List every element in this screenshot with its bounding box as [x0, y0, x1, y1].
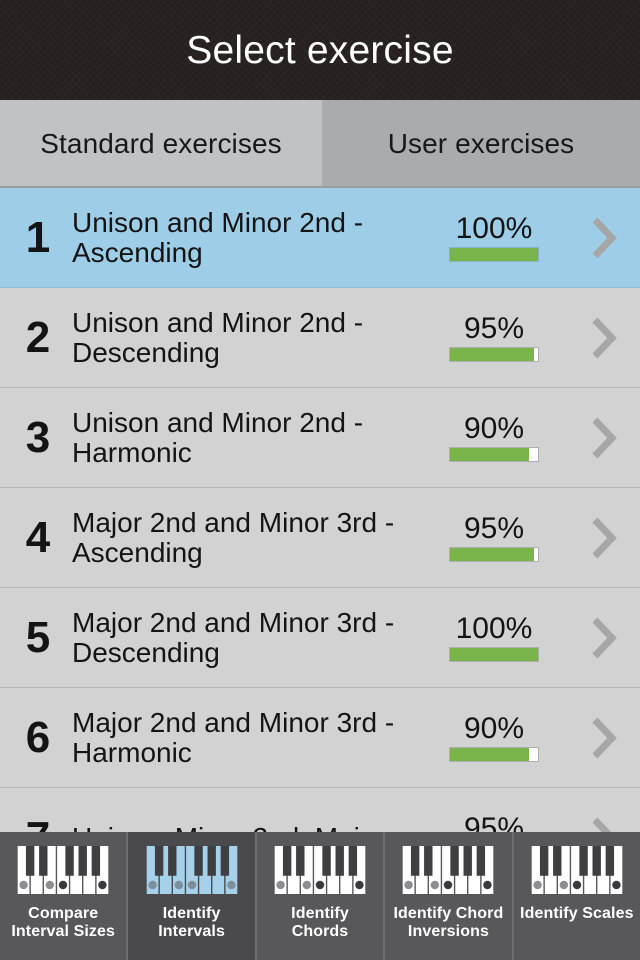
exercise-list[interactable]: 1 Unison and Minor 2nd - Ascending 100% 2 Un…	[0, 188, 640, 832]
progress-bar	[449, 247, 539, 263]
page-title: Select exercise	[186, 28, 454, 72]
row-progress: 95%	[420, 813, 568, 832]
table-row[interactable]: 6 Major 2nd and Minor 3rd - Harmonic 90%	[0, 688, 640, 788]
row-progress: 100%	[420, 613, 568, 663]
tab-identify-chords[interactable]: Identify Chords	[257, 832, 386, 960]
progress-bar-fill	[450, 548, 534, 562]
row-title: Major 2nd and Minor 3rd - Descending	[72, 606, 395, 668]
row-title: Unison and Minor 2nd - Descending	[72, 306, 364, 368]
progress-bar-fill	[450, 248, 538, 262]
chevron-right-icon[interactable]	[568, 816, 640, 832]
row-progress: 90%	[420, 713, 568, 763]
row-number: 7	[0, 815, 72, 832]
progress-percent-label: 90%	[463, 711, 525, 745]
progress-bar-fill	[450, 748, 530, 762]
segment-tab-standard-exercises[interactable]: Standard exercises	[0, 100, 322, 188]
row-title: Unison and Minor 2nd - Harmonic	[72, 406, 364, 468]
progress-percent-label: 100%	[455, 211, 533, 245]
piano-keys-icon	[146, 846, 238, 894]
progress-bar	[449, 547, 539, 563]
chevron-right-icon[interactable]	[568, 416, 640, 460]
screen-select-exercise: Select exercise Standard exercises User e…	[0, 0, 640, 960]
tab-identify-chord-inversions[interactable]: Identify Chord Inversions	[385, 832, 514, 960]
progress-percent-label: 100%	[455, 611, 533, 645]
segment-tab-label: Standard exercises	[40, 128, 282, 159]
progress-bar	[449, 647, 539, 663]
table-row[interactable]: 4 Major 2nd and Minor 3rd - Ascending 95%	[0, 488, 640, 588]
segment-tab-user-exercises[interactable]: User exercises	[322, 100, 640, 188]
tab-label: Identify Chord Inversions	[393, 905, 504, 940]
table-row[interactable]: 3 Unison and Minor 2nd - Harmonic 90%	[0, 388, 640, 488]
progress-percent-label: 95%	[463, 311, 525, 345]
chevron-right-icon[interactable]	[568, 216, 640, 260]
table-row[interactable]: 2 Unison and Minor 2nd - Descending 95%	[0, 288, 640, 388]
row-number: 4	[25, 512, 51, 562]
tab-identify-intervals[interactable]: Identify Intervals	[128, 832, 257, 960]
table-row[interactable]: 5 Major 2nd and Minor 3rd - Descending 100…	[0, 588, 640, 688]
tab-label: Identify Scales	[520, 905, 634, 922]
row-number: 1	[25, 212, 51, 262]
progress-bar-fill	[450, 348, 534, 362]
progress-bar-fill	[450, 648, 538, 662]
chevron-right-icon[interactable]	[568, 316, 640, 360]
row-number: 6	[25, 712, 51, 762]
progress-bar-fill	[450, 448, 530, 462]
piano-keys-icon	[274, 846, 366, 894]
row-number: 5	[25, 612, 51, 662]
row-progress: 95%	[420, 313, 568, 363]
progress-bar	[449, 447, 539, 463]
piano-keys-icon	[531, 846, 623, 894]
progress-percent-label: 95%	[463, 511, 525, 545]
bottom-tab-bar: Compare Interval Sizes Identify Intervals Id…	[0, 832, 640, 960]
progress-percent-label: 95%	[463, 811, 525, 832]
tab-compare-interval-sizes[interactable]: Compare Interval Sizes	[0, 832, 129, 960]
app-header: Select exercise	[0, 0, 640, 100]
row-progress: 100%	[420, 213, 568, 263]
row-title: Unison and Minor 2nd - Ascending	[72, 206, 364, 268]
tab-label: Compare Interval Sizes	[11, 905, 116, 940]
row-title: Major 2nd and Minor 3rd - Ascending	[72, 506, 395, 568]
table-row[interactable]: 1 Unison and Minor 2nd - Ascending 100%	[0, 188, 640, 288]
chevron-right-icon[interactable]	[568, 516, 640, 560]
piano-keys-icon	[17, 846, 109, 894]
progress-bar	[449, 747, 539, 763]
tab-label: Identify Chords	[291, 905, 349, 940]
row-number: 2	[25, 312, 51, 362]
segmented-control: Standard exercises User exercises	[0, 100, 640, 188]
piano-keys-icon	[402, 846, 494, 894]
tab-label: Identify Intervals	[158, 905, 225, 940]
table-row[interactable]: 7Unison, Minor 2nd, Major 95%	[0, 788, 640, 832]
chevron-right-icon[interactable]	[568, 716, 640, 760]
row-progress: 95%	[420, 513, 568, 563]
row-progress: 90%	[420, 413, 568, 463]
progress-bar	[449, 347, 539, 363]
progress-percent-label: 90%	[463, 411, 525, 445]
tab-identify-scales[interactable]: Identify Scales	[514, 832, 640, 960]
row-title: Major 2nd and Minor 3rd - Harmonic	[72, 706, 395, 768]
segment-tab-label: User exercises	[387, 128, 575, 159]
row-number: 3	[25, 412, 51, 462]
chevron-right-icon[interactable]	[568, 616, 640, 660]
row-title: Unison, Minor 2nd, Major	[72, 822, 420, 832]
